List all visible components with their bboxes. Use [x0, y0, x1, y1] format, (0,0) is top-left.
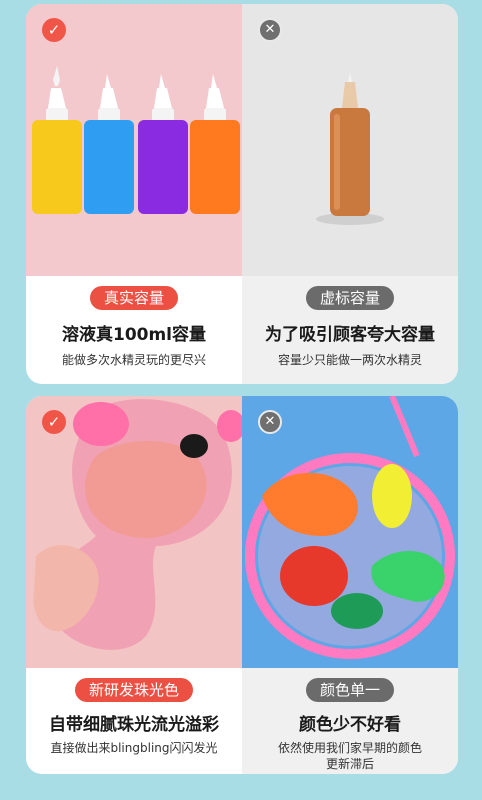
cross-icon: ✕ [258, 410, 282, 434]
cross-icon: ✕ [258, 18, 282, 42]
pearl-color-headline: 自带细腻珠光流光溢彩 [49, 715, 219, 735]
inferior-product-panel: ✕ 虚标容量 为了吸引顾客夸大容量 容量少只能做一两次水精灵 [242, 4, 458, 384]
genuine-capacity-tag: 真实容量 [89, 286, 179, 310]
product-photo-small-bottle [242, 4, 458, 276]
single-color-headline: 颜色少不好看 [299, 715, 401, 735]
single-color-tag: 颜色单一 [305, 678, 395, 702]
false-capacity-description: 容量少只能做一两次水精灵 [277, 353, 422, 367]
comparison-card-color: ✓ 新研发珠光色 自带细腻珠光流光溢彩 直接做出来blingbling闪闪发光 [26, 396, 458, 774]
comparison-card-capacity: ✓ 真实容量 溶液真100ml容量 能做多次水精灵玩的更尽兴 ✕ 虚标容量 为了… [26, 4, 458, 384]
product-photo-goldfish [26, 396, 242, 668]
false-capacity-headline: 为了吸引顾客夸大容量 [265, 325, 435, 345]
genuine-capacity-headline: 溶液真100ml容量 [61, 325, 207, 345]
pearl-color-description: 直接做出来blingbling闪闪发光 [50, 741, 218, 755]
false-capacity-tag: 虚标容量 [305, 286, 395, 310]
product-photo-fishing-net [242, 396, 458, 668]
check-icon: ✓ [42, 410, 66, 434]
single-color-description-line2: 更新滞后 [325, 757, 374, 771]
pearl-color-panel: ✓ 新研发珠光色 自带细腻珠光流光溢彩 直接做出来blingbling闪闪发光 [26, 396, 242, 774]
single-color-description-line1: 依然使用我们家早期的颜色 [277, 741, 422, 755]
pearl-color-tag: 新研发珠光色 [74, 678, 194, 702]
single-color-description: 依然使用我们家早期的颜色 更新滞后 [242, 740, 458, 772]
genuine-product-panel: ✓ 真实容量 溶液真100ml容量 能做多次水精灵玩的更尽兴 [26, 4, 242, 384]
genuine-capacity-description: 能做多次水精灵玩的更尽兴 [61, 353, 206, 367]
check-icon: ✓ [42, 18, 66, 42]
single-color-panel: ✕ 颜色单一 颜色少不好看 依然使用我们家早期的颜色 更新滞后 [242, 396, 458, 774]
product-photo-bottles [26, 4, 242, 276]
